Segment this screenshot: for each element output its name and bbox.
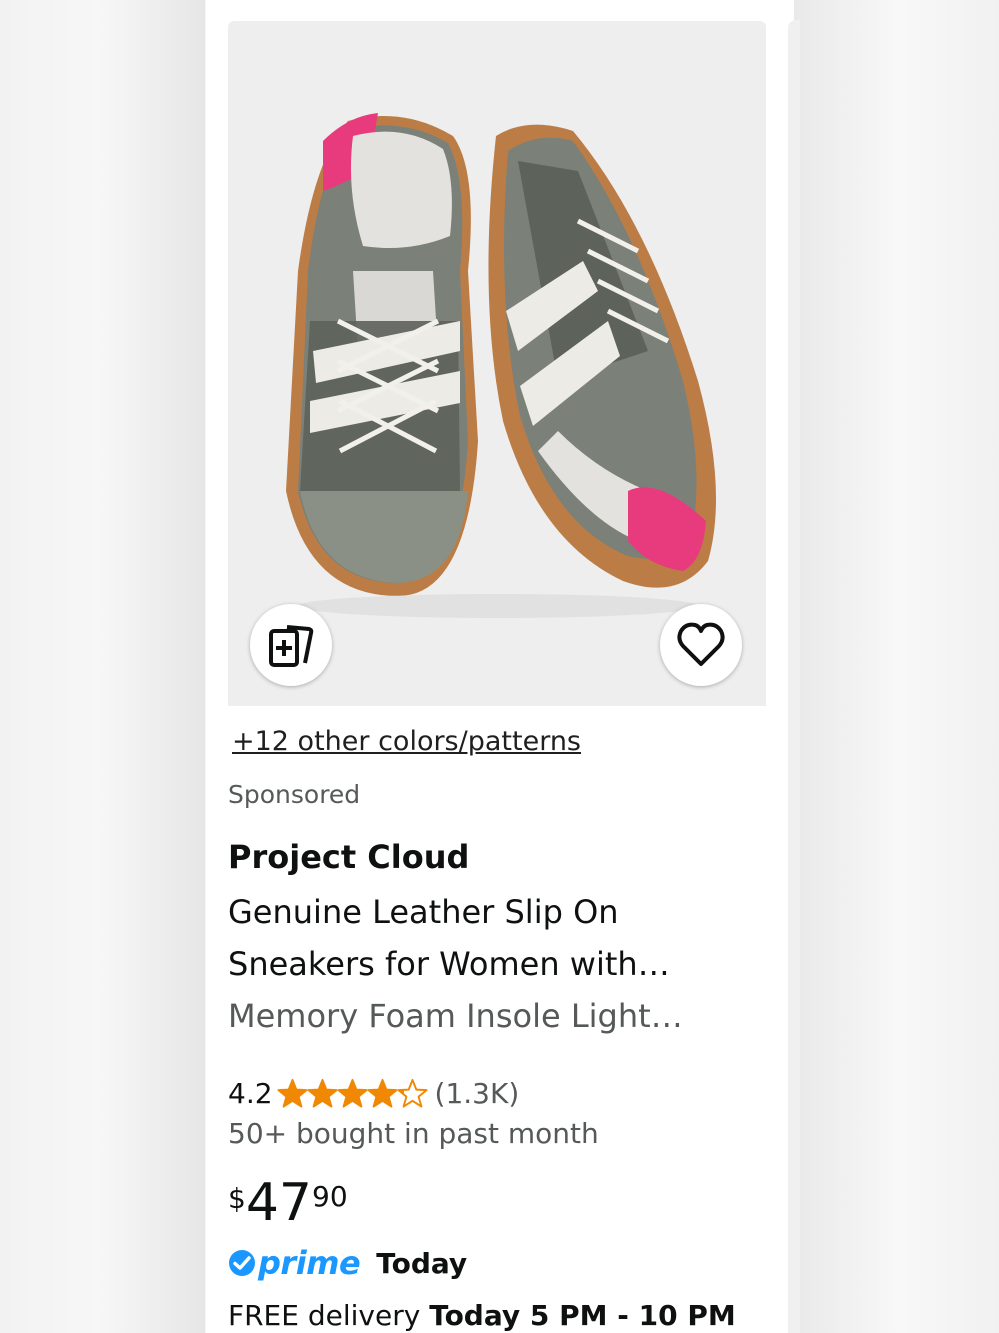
delivery-window: Today 5 PM - 10 PM bbox=[429, 1299, 736, 1332]
price-whole: 47 bbox=[245, 1173, 312, 1233]
star-rating bbox=[277, 1078, 428, 1109]
heart-icon bbox=[677, 622, 725, 666]
star-icon bbox=[307, 1078, 338, 1108]
product-title-line-3[interactable]: Memory Foam Insole Light… bbox=[228, 997, 683, 1035]
prime-logo: prime bbox=[228, 1244, 361, 1282]
right-shoe bbox=[488, 124, 716, 588]
rating-row[interactable]: 4.2 (1.3K) bbox=[228, 1074, 519, 1112]
purchase-count: 50+ bought in past month bbox=[228, 1117, 599, 1150]
favorite-button[interactable] bbox=[660, 604, 742, 686]
product-title-line-1[interactable]: Genuine Leather Slip On bbox=[228, 893, 619, 931]
prime-label: prime bbox=[258, 1244, 361, 1282]
star-icon bbox=[397, 1078, 428, 1108]
product-title-line-2[interactable]: Sneakers for Women with… bbox=[228, 945, 670, 983]
prime-today-label: Today bbox=[376, 1246, 468, 1280]
brand-name[interactable]: Project Cloud bbox=[228, 838, 469, 876]
price-fraction: 90 bbox=[312, 1180, 348, 1213]
compare-button[interactable] bbox=[250, 604, 332, 686]
delivery-prefix: FREE delivery bbox=[228, 1299, 421, 1332]
star-icon bbox=[277, 1078, 308, 1108]
rating-value: 4.2 bbox=[228, 1076, 273, 1110]
review-count[interactable]: (1.3K) bbox=[435, 1077, 520, 1110]
sponsored-label[interactable]: Sponsored bbox=[228, 780, 360, 809]
prime-delivery-badge: prime Today bbox=[228, 1244, 467, 1282]
other-colors-link[interactable]: +12 other colors/patterns bbox=[232, 726, 581, 757]
star-icon bbox=[337, 1078, 368, 1108]
star-icon bbox=[367, 1078, 398, 1108]
price-symbol: $ bbox=[228, 1182, 246, 1215]
compare-cards-icon bbox=[269, 625, 314, 667]
prime-check-icon bbox=[229, 1250, 255, 1276]
price: $ 47 90 bbox=[228, 1172, 348, 1234]
search-results-page: +12 other colors/patterns Sponsored Proj… bbox=[206, 0, 794, 1333]
delivery-info: FREE delivery Today 5 PM - 10 PM bbox=[228, 1299, 736, 1332]
product-image[interactable] bbox=[228, 21, 766, 706]
sneaker-image bbox=[286, 113, 716, 618]
left-shoe bbox=[286, 113, 478, 596]
next-product-card-edge[interactable] bbox=[788, 20, 800, 1333]
